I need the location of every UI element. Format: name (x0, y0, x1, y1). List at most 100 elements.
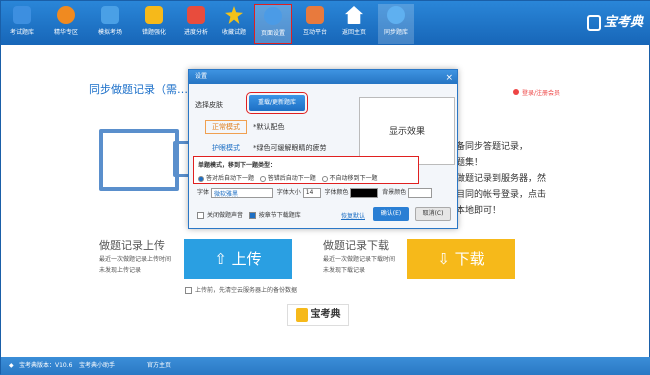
brand-logo: 宝考典 (287, 304, 349, 326)
mute-label: 关闭做题声音 (207, 212, 244, 219)
toolbar-label: 互动平台 (302, 29, 327, 36)
toolbar-item-interaction[interactable]: 互动平台 (298, 4, 332, 44)
radio-auto-correct[interactable]: 答对后自动下一题 (198, 175, 254, 182)
checkbox-icon (197, 212, 204, 219)
toolbar-item-page-settings[interactable]: 页面设置 (254, 4, 292, 44)
radio-label: 不自动移到下一题 (329, 175, 378, 182)
normal-mode-desc: *默认配色 (253, 123, 285, 131)
toolbar-label: 进度分析 (183, 29, 208, 36)
preview-box: 显示效果 (359, 97, 455, 165)
confirm-button[interactable]: 确认(E) (373, 207, 409, 221)
checkbox-icon (185, 287, 192, 294)
dialog-title: 设置 (195, 73, 208, 80)
download-status: 未发现下载记录 (323, 267, 366, 274)
toolbar-label: 考试题库 (9, 29, 34, 36)
radio-icon (321, 175, 328, 182)
size-label: 字体大小 (276, 189, 301, 196)
toolbar-label: 精华专区 (53, 29, 78, 36)
version-text: 宝考典版本：V10.6 (19, 362, 73, 369)
book-icon (145, 6, 163, 24)
upload-heading: 做题记录上传 (99, 239, 165, 252)
toolbar-label: 页面设置 (260, 30, 285, 37)
helper-link[interactable]: 宝考典小助手 (79, 357, 115, 375)
upload-time-label: 最近一次做题记录上传时间 (99, 256, 172, 263)
eye-mode-button[interactable]: 护眼模式 (205, 142, 247, 156)
toolbar-item-wrong-questions[interactable]: 错题强化 (137, 4, 171, 44)
homepage-link[interactable]: 官方主页 (147, 357, 171, 375)
close-icon[interactable]: × (445, 71, 453, 85)
brand-logo-icon (295, 307, 308, 322)
cancel-button[interactable]: 取消(C) (415, 207, 451, 221)
sync-icon (387, 6, 405, 24)
user-icon (513, 89, 519, 95)
download-button[interactable]: ⇩ 下载 (407, 239, 515, 279)
size-stepper[interactable]: 14 (302, 187, 321, 198)
toolbar-item-progress[interactable]: 进度分析 (179, 4, 213, 44)
dialog-titlebar: 设置 × (189, 70, 457, 84)
normal-mode-row: 正常模式 *默认配色 (205, 120, 285, 134)
version-icon: ◆ (9, 362, 14, 369)
bg-color-picker[interactable] (408, 187, 433, 198)
mute-checkbox[interactable]: 关闭做题声音 (197, 212, 243, 219)
radio-icon (259, 175, 266, 182)
top-toolbar: 考试题库 精华专区 模拟考场 错题强化 进度分析 收藏试题 页面设置 互动平台 … (1, 1, 650, 45)
logo-icon (586, 14, 601, 31)
desc-line: 题集！ (456, 158, 484, 168)
radio-icon (198, 175, 204, 182)
toolbar-label: 错题强化 (141, 29, 166, 36)
page-title: 同步做题记录（需… (89, 83, 188, 96)
radio-auto-wrong[interactable]: 答错后自动下一题 (259, 175, 316, 182)
radio-no-auto[interactable]: 不自动移到下一题 (321, 175, 378, 182)
upload-button[interactable]: ⇧ 上传 (184, 239, 292, 279)
chapter-checkbox[interactable]: 按章节下载题库 (248, 212, 301, 219)
monitor-icon (101, 6, 119, 24)
font-color-picker[interactable] (350, 187, 379, 198)
desc-line: 备同步答题记录， (456, 142, 529, 152)
toolbar-item-favorites[interactable]: 收藏试题 (217, 4, 251, 44)
toolbar-item-sync[interactable]: 同步题库 (378, 4, 414, 44)
upload-clear-checkbox[interactable]: 上传前，先清空云服务器上的备份数据 (185, 285, 297, 294)
toolbar-label: 同步题库 (383, 29, 408, 36)
single-mode-group: 单题模式，移到下一题类型： 答对后自动下一题 答错后自动下一题 不自动移到下一题 (193, 156, 419, 184)
desc-line: 目同的帐号登录，点击 (456, 190, 547, 200)
single-mode-title: 单题模式，移到下一题类型： (198, 162, 277, 169)
toolbar-item-home[interactable]: 返回主页 (337, 4, 371, 44)
brand-text: 宝考典 (310, 309, 341, 320)
toolbar-item-mock-exam[interactable]: 模拟考场 (93, 4, 127, 44)
login-link[interactable]: 登录/注册会员 (513, 88, 560, 97)
font-row: 字体 微软雅黑 字体大小 14 字体颜色 背景颜色 (197, 187, 455, 198)
toolbar-item-highlights[interactable]: 精华专区 (49, 4, 83, 44)
bar-chart-icon (187, 6, 205, 24)
watermark: 3HE 当游网 (527, 335, 639, 359)
desc-line: 本地即可！ (456, 206, 502, 216)
toolbar-label: 收藏试题 (221, 29, 246, 36)
skin-label: 选择皮肤 (195, 101, 223, 109)
login-text: 登录/注册会员 (522, 90, 561, 97)
normal-mode-button[interactable]: 正常模式 (205, 120, 247, 134)
toolbar-item-exam-bank[interactable]: 考试题库 (5, 4, 39, 44)
exam-bank-icon (13, 6, 31, 24)
gear-icon (264, 7, 282, 25)
desc-line: 做题记录到服务器，然 (456, 174, 547, 184)
download-time-label: 最近一次做题记录下载时间 (323, 256, 396, 263)
eye-mode-desc: *绿色可缓解眼睛的疲劳 (253, 144, 327, 152)
download-label: 下载 (454, 250, 485, 268)
toolbar-label: 模拟考场 (97, 29, 122, 36)
color-label: 字体颜色 (324, 189, 349, 196)
reset-default-link[interactable]: 恢复默认 (341, 211, 365, 220)
house-icon (345, 6, 363, 24)
play-icon (57, 6, 75, 24)
app-window: 考试题库 精华专区 模拟考场 错题强化 进度分析 收藏试题 页面设置 互动平台 … (0, 0, 650, 375)
app-logo: 宝考典 (586, 11, 643, 31)
reload-bank-button[interactable]: 重载/更新题库 (246, 92, 308, 114)
font-select[interactable]: 微软雅黑 (210, 187, 273, 198)
upload-icon: ⇧ (214, 250, 232, 268)
eye-mode-row: 护眼模式 *绿色可缓解眼睛的疲劳 (205, 142, 327, 156)
radio-label: 答错后自动下一题 (267, 175, 316, 182)
logo-text: 宝考典 (603, 15, 643, 30)
star-icon (225, 6, 243, 24)
upload-label: 上传 (231, 250, 262, 268)
monitor-illustration (99, 129, 179, 191)
download-panel: 做题记录下载 最近一次做题记录下载时间 未发现下载记录 (323, 237, 395, 297)
download-icon: ⇩ (437, 250, 455, 268)
